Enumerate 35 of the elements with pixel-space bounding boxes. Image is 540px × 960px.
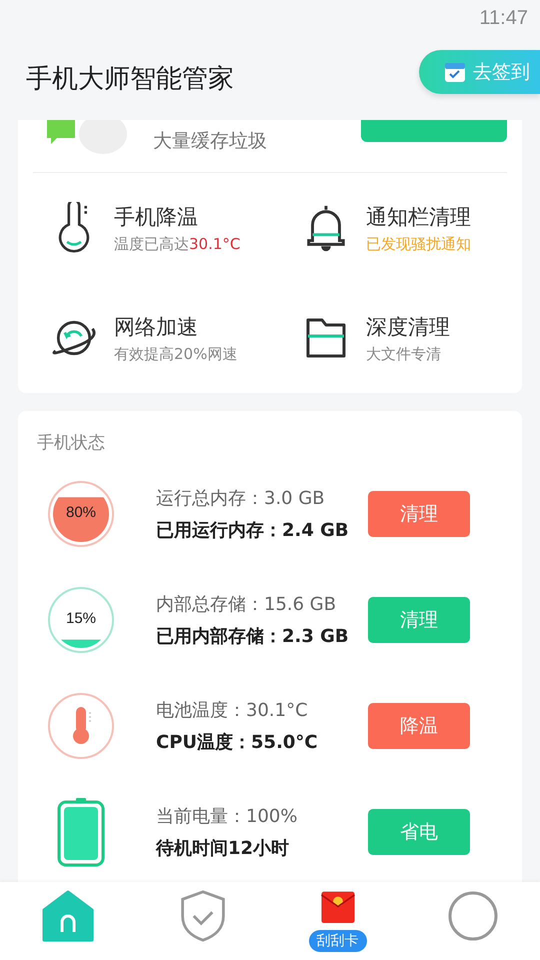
- status-value: 待机时间12小时: [156, 837, 290, 860]
- section-title: 手机状态: [37, 432, 106, 455]
- app-title: 手机大师智能管家: [26, 62, 234, 96]
- action-button[interactable]: 降温: [368, 703, 470, 749]
- action-button[interactable]: 清理: [368, 491, 470, 537]
- gauge-percent: 80%: [64, 504, 98, 521]
- calendar-check-icon: [443, 60, 467, 84]
- home-icon[interactable]: [42, 890, 94, 942]
- status-detail: 电池温度：30.1°C: [156, 699, 309, 722]
- junk-subtitle: 大量缓存垃圾: [153, 129, 267, 154]
- status-value: 已用运行内存：2.4 GB: [156, 519, 350, 542]
- thermometer-icon: [48, 693, 114, 759]
- gauge-percent: 15%: [64, 610, 98, 627]
- status-value: 已用内部存储：2.3 GB: [156, 625, 350, 648]
- tool-title[interactable]: 深度清理: [366, 312, 450, 340]
- clock-time: 11:47: [479, 6, 528, 30]
- sign-in-button[interactable]: 去签到: [419, 50, 540, 94]
- status-detail: 运行总内存：3.0 GB: [156, 487, 326, 510]
- status-detail: 当前电量：100%: [156, 805, 298, 828]
- tool-subtitle: 大文件专清: [366, 344, 442, 364]
- action-button[interactable]: 清理: [368, 597, 470, 643]
- battery-icon: [56, 797, 106, 867]
- tool-title[interactable]: 网络加速: [114, 312, 238, 340]
- status-detail: 内部总存储：15.6 GB: [156, 593, 338, 616]
- tool-title[interactable]: 手机降温: [114, 202, 240, 230]
- tool-subtitle: 温度已高达30.1°C: [114, 234, 240, 254]
- scratch-card-badge: 刮刮卡: [308, 930, 366, 952]
- memory-gauge: [48, 481, 114, 547]
- alert-text: 已发现骚扰通知: [366, 234, 471, 254]
- profile-icon[interactable]: [446, 890, 498, 942]
- storage-gauge: [48, 587, 114, 653]
- tool-title[interactable]: 通知栏清理: [366, 202, 471, 230]
- status-value: CPU温度：55.0°C: [156, 731, 319, 754]
- action-button[interactable]: 省电: [368, 809, 470, 855]
- tool-subtitle: 有效提高20%网速: [114, 344, 238, 364]
